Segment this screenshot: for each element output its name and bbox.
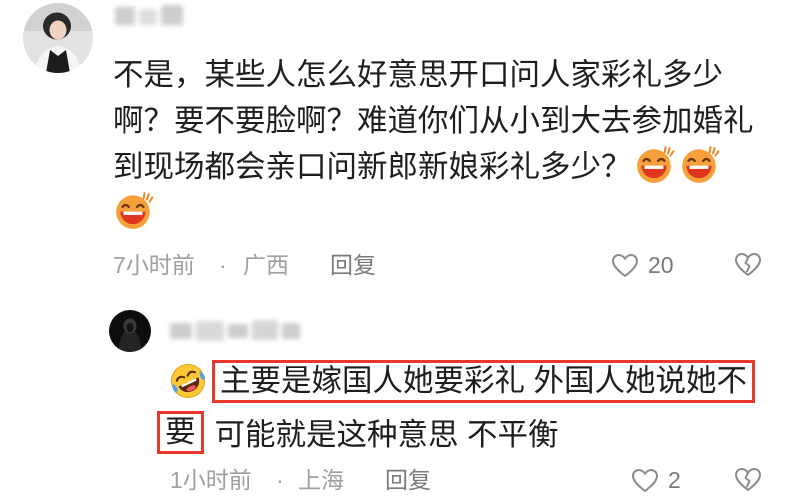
meta-separator: · — [276, 467, 284, 493]
dislike-button[interactable] — [734, 466, 762, 493]
reply-button[interactable]: 回复 — [330, 251, 376, 279]
comment-time: 7小时前 — [113, 252, 195, 278]
tears-of-joy-emoji — [171, 364, 205, 398]
comment-line: 啊？要不要脸啊？难道你们从小到大去参加婚礼 — [113, 95, 754, 141]
reply-location: 上海 — [298, 467, 344, 493]
comment-line: 到现场都会亲口问新郎新娘彩礼多少？ — [113, 141, 754, 187]
like-button[interactable]: 20 — [611, 251, 674, 279]
laughing-face-emoji — [116, 192, 154, 229]
reply-line: 要 可能就是这种意思 不平衡 — [157, 409, 558, 455]
laughing-face-emoji — [636, 146, 674, 183]
broken-heart-icon — [735, 253, 761, 276]
broken-heart-icon — [735, 468, 761, 491]
comment-text: 啊？要不要脸啊？难道你们从小到大去参加婚礼 — [113, 104, 754, 138]
reply-button[interactable]: 回复 — [385, 466, 431, 494]
comment-body: 不是，某些人怎么好意思开口问人家彩礼多少 啊？要不要脸啊？难道你们从小到大去参加… — [113, 49, 754, 233]
dislike-button[interactable] — [734, 251, 762, 278]
comment-line — [113, 187, 754, 233]
comment-location: 广西 — [243, 252, 289, 278]
laughing-face-emoji — [681, 146, 719, 183]
reply-username-redacted[interactable] — [170, 318, 302, 344]
heart-outline-icon — [612, 253, 638, 277]
reply-avatar[interactable] — [109, 310, 151, 352]
heart-outline-icon — [632, 468, 658, 492]
user-avatar-image — [23, 3, 93, 73]
comment-avatar[interactable] — [23, 3, 93, 73]
comment-line: 不是，某些人怎么好意思开口问人家彩礼多少 — [113, 49, 754, 95]
meta-separator: · — [219, 252, 227, 278]
comment-text: 不是，某些人怎么好意思开口问人家彩礼多少 — [113, 58, 723, 92]
reply-time: 1小时前 — [170, 467, 252, 493]
user-avatar-image — [109, 310, 151, 352]
like-count: 20 — [648, 252, 674, 278]
highlighted-text: 主要是嫁国人她要彩礼 外国人她说她不 — [212, 359, 755, 403]
reply-text: 可能就是这种意思 不平衡 — [214, 418, 559, 452]
comment-text: 到现场都会亲口问新郎新娘彩礼多少？ — [113, 150, 632, 184]
like-count: 2 — [668, 467, 681, 493]
like-button[interactable]: 2 — [631, 466, 681, 494]
comment-username-redacted[interactable] — [115, 3, 185, 29]
highlighted-text: 要 — [157, 410, 204, 454]
reply-line: 主要是嫁国人她要彩礼 外国人她说她不 — [168, 358, 755, 404]
